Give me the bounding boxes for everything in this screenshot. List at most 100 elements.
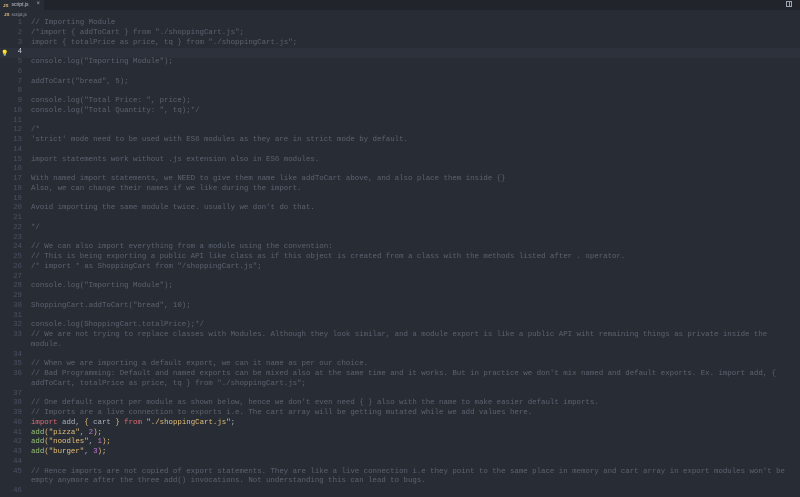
line-number: 25 bbox=[13, 253, 22, 261]
line-code: Avoid importing the same module twice. u… bbox=[31, 204, 797, 214]
code-line[interactable]: 17 With named import statements, we NEED … bbox=[0, 175, 800, 185]
code-token: console.log("Importing Module"); bbox=[31, 282, 173, 291]
code-line[interactable]: 29 bbox=[0, 292, 800, 302]
line-code: // When we are importing a default expor… bbox=[31, 360, 797, 370]
code-line[interactable]: 25 // This is being exporting a public AP… bbox=[0, 253, 800, 263]
code-line[interactable]: 9 console.log("Total Price: ", price); bbox=[0, 97, 800, 107]
code-token: // Bad Programming: Default and named ex… bbox=[31, 370, 781, 388]
code-line[interactable]: 28 console.log("Importing Module"); bbox=[0, 282, 800, 292]
code-line[interactable]: 35 // When we are importing a default exp… bbox=[0, 360, 800, 370]
code-token: import statements work without .js exten… bbox=[31, 155, 320, 164]
code-token: // Imports are a live connection to expo… bbox=[31, 409, 533, 417]
breadcrumb-file[interactable]: script.js bbox=[12, 12, 27, 17]
code-line[interactable]: 11 bbox=[0, 117, 800, 127]
code-token: , bbox=[79, 428, 89, 437]
code-line[interactable]: 16 bbox=[0, 165, 800, 175]
line-number: 41 bbox=[13, 428, 22, 437]
code-token: addToCart("bread", 5); bbox=[31, 77, 129, 86]
code-line[interactable]: 43 add("burger", 3); bbox=[0, 448, 800, 458]
javascript-file-icon: JS bbox=[4, 12, 10, 17]
line-code: console.log("Total Quantity: ", tq);*/ bbox=[31, 107, 797, 117]
line-code: /* import * as ShoppingCart from "/shopp… bbox=[31, 263, 797, 273]
code-line[interactable]: 26 /* import * as ShoppingCart from "/sho… bbox=[0, 263, 800, 273]
code-token: Avoid importing the same module twice. u… bbox=[31, 204, 315, 213]
code-line[interactable]: 13 'strict' mode need to be used with ES6… bbox=[0, 136, 800, 146]
line-code: // We are not trying to replace classes … bbox=[31, 331, 797, 351]
code-line[interactable]: 10 console.log("Total Quantity: ", tq);*/ bbox=[0, 107, 800, 117]
code-line[interactable]: 45 // Hence imports are not copied of exp… bbox=[0, 468, 800, 488]
line-number: 15 bbox=[13, 155, 22, 164]
line-code: Also, we can change their names if we li… bbox=[31, 185, 797, 195]
code-line[interactable]: 34 bbox=[0, 351, 800, 361]
line-code: // We can also import everything from a … bbox=[31, 243, 797, 253]
code-line[interactable]: 💡 4 bbox=[0, 48, 800, 58]
code-line[interactable]: 37 bbox=[0, 390, 800, 400]
line-number: 42 bbox=[13, 438, 22, 447]
code-line[interactable]: 27 bbox=[0, 273, 800, 283]
code-line[interactable]: 44 bbox=[0, 458, 800, 468]
tab-script-js[interactable]: JS script.js × bbox=[0, 0, 44, 10]
code-token: add bbox=[31, 428, 45, 437]
code-line[interactable]: 42 add("noodles", 1); bbox=[0, 438, 800, 448]
split-editor-icon[interactable] bbox=[786, 1, 792, 7]
line-number: 30 bbox=[13, 301, 22, 310]
code-line[interactable]: 6 bbox=[0, 68, 800, 78]
code-line[interactable]: 30 ShoppingCart.addToCart("bread", 10); bbox=[0, 302, 800, 312]
line-code: addToCart("bread", 5); bbox=[31, 78, 797, 88]
code-line[interactable]: 20 Avoid importing the same module twice.… bbox=[0, 204, 800, 214]
code-line[interactable]: 24 // We can also import everything from … bbox=[0, 243, 800, 253]
code-line[interactable]: 23 bbox=[0, 234, 800, 244]
code-line[interactable]: 36 // Bad Programming: Default and named … bbox=[0, 370, 800, 390]
code-line[interactable]: 8 bbox=[0, 87, 800, 97]
tab-label: script.js bbox=[11, 2, 29, 8]
code-token: ); bbox=[101, 438, 111, 447]
line-number: 14 bbox=[13, 145, 22, 154]
code-line[interactable]: 31 bbox=[0, 312, 800, 322]
code-line[interactable]: 5 console.log("Importing Module"); bbox=[0, 58, 800, 68]
code-line[interactable]: 3 import { totalPrice as price, tq } from… bbox=[0, 39, 800, 49]
code-line[interactable]: 7 addToCart("bread", 5); bbox=[0, 78, 800, 88]
line-number: 22 bbox=[13, 223, 22, 232]
line-code: // One default export per module as show… bbox=[31, 399, 797, 409]
code-line[interactable]: 14 bbox=[0, 146, 800, 156]
code-line[interactable]: 18 Also, we can change their names if we … bbox=[0, 185, 800, 195]
line-number: 32 bbox=[13, 321, 22, 330]
code-line[interactable]: 40 import add, { cart } from "./shoppingC… bbox=[0, 419, 800, 429]
line-number: 26 bbox=[13, 262, 22, 271]
code-line[interactable]: 33 // We are not trying to replace classe… bbox=[0, 331, 800, 351]
line-number: 38 bbox=[13, 399, 22, 408]
line-code: add("burger", 3); bbox=[31, 448, 797, 458]
line-number: 11 bbox=[13, 116, 22, 125]
line-number: 16 bbox=[13, 165, 22, 174]
code-line[interactable]: 19 bbox=[0, 195, 800, 205]
code-line[interactable]: 15 import statements work without .js ext… bbox=[0, 156, 800, 166]
line-code: import { totalPrice as price, tq } from … bbox=[31, 39, 797, 49]
line-number: 20 bbox=[13, 204, 22, 213]
line-number: 45 bbox=[13, 467, 22, 476]
line-number: 18 bbox=[13, 184, 22, 193]
close-icon[interactable]: × bbox=[36, 1, 40, 7]
code-line[interactable]: 1 // Importing Module bbox=[0, 19, 800, 29]
tab-bar: JS script.js × bbox=[0, 0, 800, 10]
code-line[interactable]: 22 */ bbox=[0, 224, 800, 234]
code-line[interactable]: 32 console.log(ShoppingCart.totalPrice);*… bbox=[0, 321, 800, 331]
code-line[interactable]: 12 /* bbox=[0, 126, 800, 136]
line-code: // Imports are a live connection to expo… bbox=[31, 409, 797, 419]
code-line[interactable]: 38 // One default export per module as sh… bbox=[0, 399, 800, 409]
line-number: 9 bbox=[17, 97, 22, 105]
code-line[interactable]: 2 /*import { addToCart } from "./shopping… bbox=[0, 29, 800, 39]
code-line[interactable]: 39 // Imports are a live connection to ex… bbox=[0, 409, 800, 419]
code-line[interactable]: 41 add("pizza", 2); bbox=[0, 429, 800, 439]
code-line[interactable]: 46 bbox=[0, 487, 800, 497]
code-token: "pizza" bbox=[48, 428, 80, 437]
code-editor[interactable]: 1 // Importing Module 2 /*import { addToCar… bbox=[0, 19, 800, 497]
code-line[interactable]: 21 bbox=[0, 214, 800, 224]
line-number: 37 bbox=[13, 389, 22, 398]
